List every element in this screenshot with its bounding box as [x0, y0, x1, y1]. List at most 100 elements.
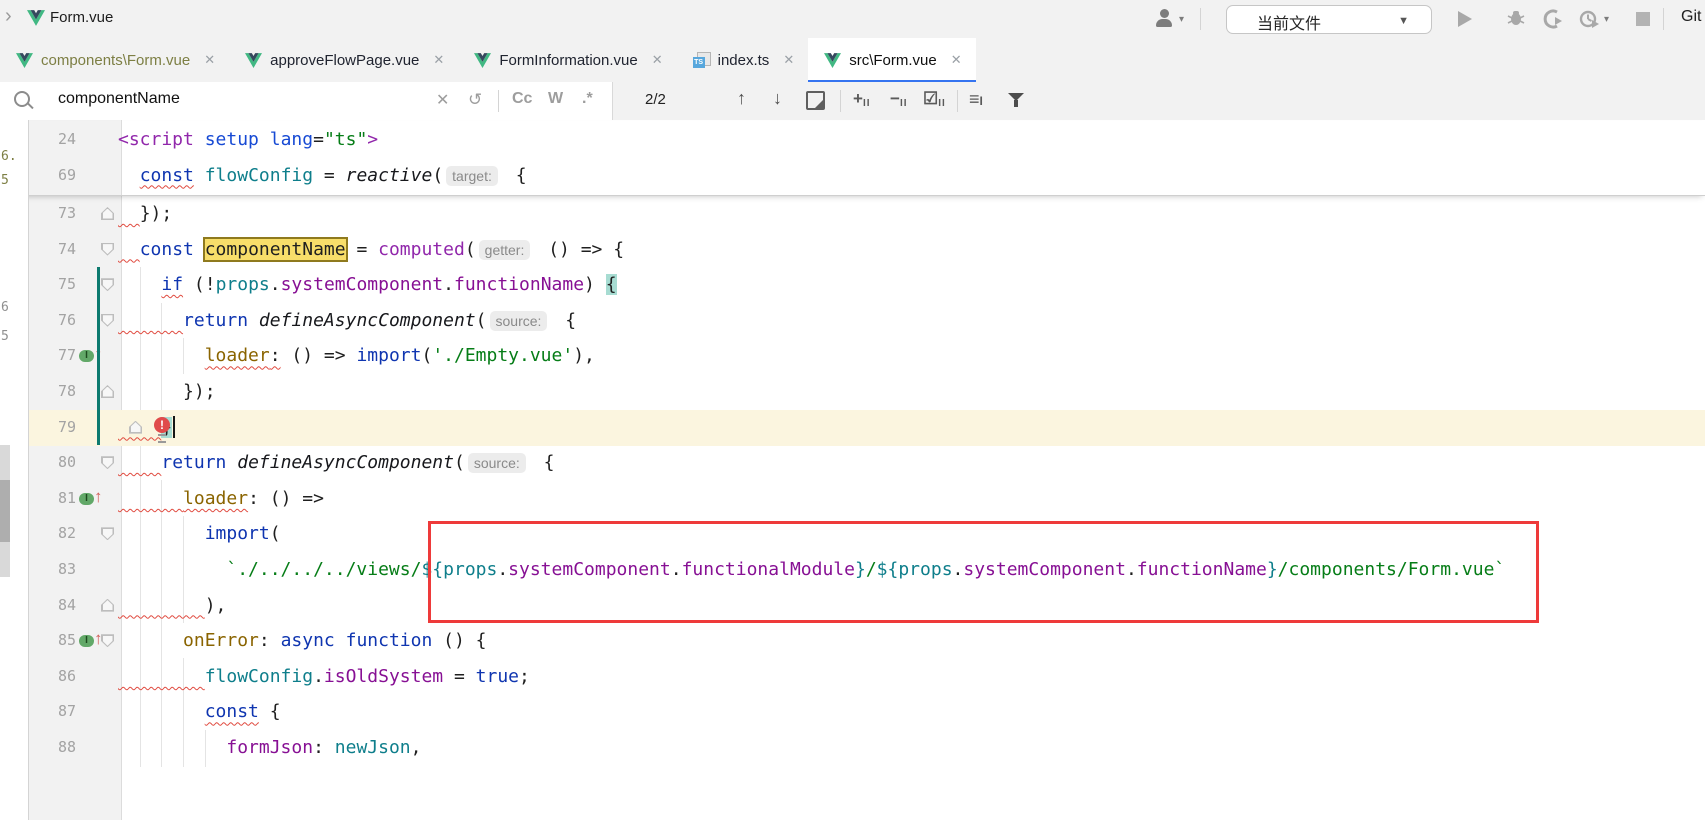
code-line[interactable]: 74 const componentName = computed(getter… — [0, 232, 1705, 268]
line-number[interactable]: 74 — [30, 232, 76, 268]
left-scrollbar-track[interactable] — [0, 445, 10, 577]
line-number[interactable]: 86 — [30, 659, 76, 695]
search-in-selection-icon[interactable]: ≡I — [969, 89, 983, 110]
remove-occurrence-button[interactable]: −II — [890, 89, 908, 109]
editor-tab[interactable]: FormInformation.vue✕ — [458, 38, 676, 82]
search-query-text[interactable]: componentName — [58, 90, 180, 108]
code-line[interactable]: 81I↑ loader: () => — [0, 481, 1705, 517]
editor-tab[interactable]: approveFlowPage.vue✕ — [229, 38, 458, 82]
fold-toggle-icon[interactable] — [101, 385, 114, 398]
tab-close-icon[interactable]: ✕ — [783, 52, 794, 68]
fold-toggle-icon[interactable] — [101, 599, 114, 612]
code-text[interactable]: ), — [118, 588, 226, 624]
code-text[interactable]: }); — [118, 374, 216, 410]
code-text[interactable]: loader: () => — [118, 481, 324, 517]
tab-close-icon[interactable]: ✕ — [652, 52, 663, 68]
code-line[interactable]: 76 return defineAsyncComponent(source: { — [0, 303, 1705, 339]
stop-button-icon[interactable] — [1636, 12, 1650, 26]
next-match-button[interactable]: ↓ — [773, 88, 782, 109]
left-scrollbar-thumb[interactable] — [0, 480, 10, 542]
tab-close-icon[interactable]: ✕ — [433, 52, 444, 68]
fold-toggle-icon[interactable] — [101, 634, 114, 647]
regex-toggle[interactable]: .* — [582, 90, 593, 108]
code-token: ) — [584, 274, 606, 295]
code-text[interactable]: }); — [118, 196, 172, 232]
line-number[interactable]: 82 — [30, 516, 76, 552]
code-editor[interactable]: 73 });74 const componentName = computed(… — [0, 120, 1705, 820]
select-all-occurrences-button[interactable]: ☑II — [923, 89, 946, 109]
line-number[interactable]: 79 — [30, 410, 76, 446]
code-line[interactable]: 75 if (!props.systemComponent.functionNa… — [0, 267, 1705, 303]
editor-tab[interactable]: src\Form.vue✕ — [808, 38, 975, 82]
line-number[interactable]: 87 — [30, 694, 76, 730]
line-number[interactable]: 76 — [30, 303, 76, 339]
code-line[interactable]: 80 return defineAsyncComponent(source: { — [0, 445, 1705, 481]
code-line[interactable]: 69 const flowConfig = reactive(target: { — [0, 158, 1705, 194]
code-text[interactable]: <script setup lang="ts"> — [118, 122, 378, 158]
user-dropdown-icon[interactable]: ▾ — [1179, 14, 1184, 25]
add-occurrence-button[interactable]: +II — [853, 89, 871, 109]
code-text[interactable]: flowConfig.isOldSystem = true; — [118, 659, 530, 695]
code-line[interactable]: 87 const { — [0, 694, 1705, 730]
line-number[interactable]: 77 — [30, 338, 76, 374]
fold-toggle-icon[interactable] — [101, 207, 114, 220]
implementation-gutter-icon[interactable]: I — [79, 493, 94, 505]
code-line[interactable]: 24 <script setup lang="ts"> — [0, 122, 1705, 158]
tab-close-icon[interactable]: ✕ — [204, 52, 215, 68]
fold-toggle-icon[interactable] — [101, 278, 114, 291]
code-text[interactable]: onError: async function () { — [118, 623, 487, 659]
run-configuration-select[interactable]: 当前文件 ▼ — [1226, 5, 1432, 34]
code-line[interactable]: 77I↑ loader: () => import('./Empty.vue')… — [0, 338, 1705, 374]
code-text[interactable]: return defineAsyncComponent(source: { — [118, 303, 576, 340]
implementation-gutter-icon[interactable]: I — [79, 635, 94, 647]
fold-toggle-icon[interactable] — [101, 456, 114, 469]
code-text[interactable]: const componentName = computed(getter: (… — [118, 232, 624, 269]
search-history-icon[interactable]: ↺ — [468, 90, 482, 110]
fold-toggle-icon[interactable] — [101, 527, 114, 540]
tab-close-icon[interactable]: ✕ — [951, 52, 962, 68]
fold-toggle-icon[interactable] — [101, 243, 114, 256]
more-run-options-dropdown-icon[interactable]: ▾ — [1604, 14, 1609, 25]
open-in-find-window-icon[interactable] — [806, 91, 825, 110]
editor-tab[interactable]: components\Form.vue✕ — [0, 38, 229, 82]
line-number[interactable]: 24 — [30, 122, 76, 158]
line-number[interactable]: 84 — [30, 588, 76, 624]
git-menu[interactable]: Git — [1681, 8, 1701, 26]
code-text[interactable]: const flowConfig = reactive(target: { — [118, 158, 527, 195]
debug-bug-icon[interactable] — [1506, 8, 1526, 28]
match-case-toggle[interactable]: Cc — [512, 90, 532, 108]
editor-tab[interactable]: TSindex.ts✕ — [677, 38, 809, 82]
fold-toggle-icon[interactable] — [101, 314, 114, 327]
line-number[interactable]: 85 — [30, 623, 76, 659]
user-account-icon[interactable] — [1154, 9, 1174, 29]
code-text[interactable]: loader: () => import('./Empty.vue'), — [118, 338, 595, 374]
code-line[interactable]: 86 flowConfig.isOldSystem = true; — [0, 659, 1705, 695]
code-text[interactable]: import( — [118, 516, 281, 552]
line-number[interactable]: 83 — [30, 552, 76, 588]
search-input[interactable]: componentName ✕ ↺ Cc W .* — [0, 82, 613, 120]
profiler-icon[interactable] — [1542, 8, 1564, 30]
line-number[interactable]: 88 — [30, 730, 76, 766]
line-number[interactable]: 73 — [30, 196, 76, 232]
error-intention-icon[interactable]: ! — [154, 417, 170, 433]
code-text[interactable]: const { — [118, 694, 281, 730]
previous-match-button[interactable]: ↑ — [737, 88, 746, 109]
implementation-gutter-icon[interactable]: I — [79, 350, 94, 362]
code-line[interactable]: 85I↑ onError: async function () { — [0, 623, 1705, 659]
code-text[interactable]: formJson: newJson, — [118, 730, 421, 766]
run-button-icon[interactable] — [1458, 11, 1472, 27]
line-number[interactable]: 69 — [30, 158, 76, 194]
run-with-coverage-clock-icon[interactable] — [1578, 8, 1600, 30]
code-text[interactable]: if (!props.systemComponent.functionName)… — [118, 267, 617, 303]
clear-search-icon[interactable]: ✕ — [436, 90, 449, 110]
line-number[interactable]: 78 — [30, 374, 76, 410]
code-line[interactable]: 78 }); — [0, 374, 1705, 410]
code-line[interactable]: 88 formJson: newJson, — [0, 730, 1705, 766]
whole-words-toggle[interactable]: W — [548, 90, 563, 108]
line-number[interactable]: 81 — [30, 481, 76, 517]
code-line[interactable]: 73 }); — [0, 196, 1705, 232]
line-number[interactable]: 75 — [30, 267, 76, 303]
line-number[interactable]: 80 — [30, 445, 76, 481]
code-text[interactable]: return defineAsyncComponent(source: { — [118, 445, 554, 482]
code-line[interactable]: 79! } — [28, 410, 1705, 446]
